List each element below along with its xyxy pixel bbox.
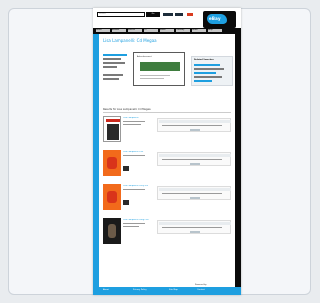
- item-line: [123, 121, 145, 122]
- nav-item[interactable]: Comedy: [176, 29, 190, 32]
- info-line: [103, 66, 117, 68]
- item-line: [123, 226, 139, 227]
- view-button[interactable]: [190, 129, 200, 131]
- item-title[interactable]: Lisa Lampanelli Dirty Girl: [123, 185, 153, 187]
- related-box: Related Searches: [191, 56, 233, 86]
- item-title[interactable]: Lisa Lampanelli Live: [123, 151, 153, 153]
- search-button[interactable]: Go: [146, 12, 160, 17]
- site-screenshot: Search Go eBay Home Browse Movies TV Mus…: [93, 8, 241, 295]
- offers-table: [157, 118, 231, 132]
- related-link[interactable]: [194, 72, 216, 74]
- related-link[interactable]: [194, 64, 220, 66]
- site-footer: About Privacy Policy Site Map Contact: [93, 287, 241, 295]
- offers-table: [157, 220, 231, 234]
- view-button[interactable]: [190, 197, 200, 199]
- offers-table: [157, 186, 231, 200]
- table-header: [159, 120, 231, 123]
- table-header: [159, 154, 231, 157]
- search-input[interactable]: Search: [97, 12, 145, 17]
- table-row: [162, 227, 222, 228]
- view-button[interactable]: [190, 231, 200, 233]
- footer-link[interactable]: Site Map: [169, 289, 178, 292]
- table-row: [162, 125, 222, 126]
- album-cover[interactable]: [103, 150, 121, 176]
- nav-item[interactable]: Music: [160, 29, 174, 32]
- info-line: [103, 74, 123, 76]
- ad-line: [140, 75, 170, 76]
- related-title: Related Searches: [194, 59, 214, 61]
- powered-by-label: Powered by: [195, 284, 207, 286]
- nav-item[interactable]: Movies: [128, 29, 142, 32]
- info-line: [103, 78, 119, 80]
- item-line: [123, 223, 145, 224]
- cover-banner: [106, 119, 120, 122]
- nav-item[interactable]: Home: [96, 29, 110, 32]
- result-item[interactable]: Lisa Lampanelli Live: [103, 150, 233, 182]
- info-line: [103, 62, 125, 64]
- result-item[interactable]: Lisa Lampanelli Long Live: [103, 218, 233, 250]
- nav-item[interactable]: Deals: [192, 29, 206, 32]
- table-header: [159, 222, 231, 225]
- info-line: [103, 58, 121, 60]
- nav-item[interactable]: TV: [144, 29, 158, 32]
- result-item[interactable]: Lisa Lampanelli Dirty Girl: [103, 184, 233, 216]
- footer-link[interactable]: Contact: [197, 289, 205, 292]
- nav-item[interactable]: Browse: [112, 29, 126, 32]
- table-row: [162, 159, 222, 160]
- offers-table: [157, 152, 231, 166]
- ad-line: [140, 78, 164, 79]
- ad-box[interactable]: Advertisement: [133, 52, 185, 86]
- album-cover[interactable]: [103, 184, 121, 210]
- album-cover[interactable]: [103, 116, 121, 142]
- footer-link[interactable]: About: [103, 289, 109, 292]
- cover-figure: [107, 124, 119, 140]
- cover-face: [107, 191, 117, 203]
- cover-face: [107, 157, 117, 169]
- item-line: [123, 124, 141, 125]
- nav-item[interactable]: Help: [208, 29, 222, 32]
- table-row: [162, 193, 222, 194]
- divider: [103, 112, 231, 113]
- item-title[interactable]: Lisa Lampanelli Long Live: [123, 219, 153, 221]
- info-link[interactable]: [103, 54, 127, 56]
- item-title[interactable]: Lisa Lampanelli: [123, 117, 153, 119]
- main-content: Lisa Lampanelli: Cd Megaa Advertisement …: [99, 34, 235, 295]
- footer-link[interactable]: Privacy Policy: [133, 289, 147, 292]
- ad-image: [140, 62, 180, 71]
- top-link[interactable]: [175, 13, 183, 16]
- top-link-highlight[interactable]: [187, 13, 193, 16]
- cover-figure: [108, 224, 116, 238]
- small-thumbnail[interactable]: [123, 166, 129, 171]
- related-line: [194, 68, 224, 70]
- result-item[interactable]: Lisa Lampanelli: [103, 116, 233, 148]
- page-title: Lisa Lampanelli: Cd Megaa: [103, 38, 157, 43]
- site-logo[interactable]: eBay: [203, 11, 236, 28]
- top-link[interactable]: [163, 13, 173, 16]
- related-line: [194, 76, 222, 78]
- album-cover[interactable]: [103, 218, 121, 244]
- item-line: [123, 155, 145, 156]
- right-dark-column: [235, 34, 241, 295]
- related-link[interactable]: [194, 80, 212, 82]
- item-line: [123, 189, 145, 190]
- ad-label: Advertisement: [137, 56, 152, 58]
- results-heading: Results for Lisa Lampanelli: Cd Megaa: [103, 108, 151, 111]
- table-header: [159, 188, 231, 191]
- small-thumbnail[interactable]: [123, 200, 129, 205]
- logo-text: eBay: [209, 16, 221, 21]
- view-button[interactable]: [190, 163, 200, 165]
